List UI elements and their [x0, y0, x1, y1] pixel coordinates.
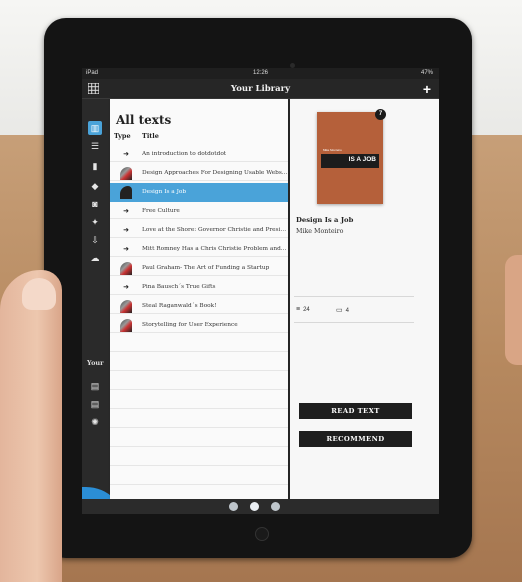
your-section-label: Your: [87, 359, 104, 367]
gear-icon[interactable]: ✺: [88, 415, 102, 429]
thumbnail-icon: [120, 186, 132, 199]
list-item[interactable]: Design Is a Job: [110, 183, 288, 202]
link-arrow-icon: ➜: [123, 226, 129, 234]
list-item-title: Design Is a Job: [142, 189, 187, 195]
thumbnail-icon: [120, 300, 132, 313]
link-arrow-icon: ➜: [123, 207, 129, 215]
add-button[interactable]: +: [423, 80, 431, 98]
page-indicator: [82, 499, 439, 514]
divider: [294, 322, 414, 323]
list-item-title: Steal Raganwald´s Book!: [142, 303, 217, 309]
thumbnail-icon: [120, 319, 132, 332]
list-item[interactable]: ➜ Free Culture: [110, 202, 288, 221]
comments-stat[interactable]: ▭ 4: [336, 306, 349, 314]
page-title: Your Library: [230, 84, 291, 94]
list-icon[interactable]: ☰: [88, 139, 102, 153]
list-item-title: Paul Graham- The Art of Funding a Startu…: [142, 265, 270, 271]
home-button[interactable]: [255, 527, 269, 541]
notes-count: 24: [303, 307, 310, 313]
list-item-title: Pina Bausch´s True Gifts: [142, 284, 216, 290]
cover-band: IS A JOB: [321, 154, 379, 168]
column-header-type[interactable]: Type: [114, 132, 131, 140]
list-item[interactable]: ➜ Love at the Shore: Governor Christie an…: [110, 221, 288, 240]
cloud-icon[interactable]: ☁: [88, 251, 102, 265]
link-arrow-icon: ➜: [123, 150, 129, 158]
link-arrow-icon: ➜: [123, 245, 129, 253]
star-icon[interactable]: ✦: [88, 215, 102, 229]
link-arrow-icon: ➜: [123, 283, 129, 291]
thumbnail-icon: [120, 167, 132, 180]
cover-title: IS A JOB: [348, 156, 376, 163]
list-item[interactable]: Design Approaches For Designing Usable W…: [110, 164, 288, 183]
thumbnail: [22, 278, 56, 310]
list-item-title: Free Culture: [142, 208, 180, 214]
read-text-button[interactable]: READ TEXT: [299, 403, 412, 419]
page-dot[interactable]: [250, 502, 259, 511]
nav-bar: Your Library +: [82, 79, 439, 99]
cover-author: Mike Monteiro: [323, 148, 342, 152]
notes-icon: ≡: [296, 306, 301, 313]
list-item[interactable]: Storytelling for User Experience: [110, 316, 288, 335]
book-cover[interactable]: Mike Monteiro IS A JOB: [317, 112, 383, 204]
left-thumb: [0, 270, 62, 582]
detail-panel: Mike Monteiro IS A JOB 7 Design Is a Job…: [290, 99, 439, 499]
book-author: Mike Monteiro: [296, 228, 344, 235]
column-header-title[interactable]: Title: [142, 132, 159, 140]
trash-icon[interactable]: ▤: [88, 379, 102, 393]
comments-count: 4: [345, 308, 349, 314]
text-list-panel: All texts Type Title ➜ An introduction to…: [110, 99, 288, 499]
dropbox-icon[interactable]: ◆: [88, 179, 102, 193]
list-item-title: Design Approaches For Designing Usable W…: [142, 170, 288, 176]
screen: iPad 12:26 47% Your Library + ▥ ☰ ▮ ◆ ◙ …: [82, 68, 439, 514]
list-item[interactable]: ➜ Pina Bausch´s True Gifts: [110, 278, 288, 297]
recommend-button[interactable]: RECOMMEND: [299, 431, 412, 447]
sidebar: ▥ ☰ ▮ ◆ ◙ ✦ ⇩ ☁ Your ▤ ▤ ✺ FEEDBACK: [82, 99, 126, 514]
divider: [294, 296, 414, 297]
count-badge: 7: [375, 109, 386, 120]
right-hand: [505, 255, 522, 365]
bookmark-icon[interactable]: ▮: [88, 159, 102, 173]
list-item[interactable]: Paul Graham- The Art of Funding a Startu…: [110, 259, 288, 278]
list-item[interactable]: ➜ An introduction to dotdotdot: [110, 145, 288, 164]
notes-stat[interactable]: ≡ 24: [296, 306, 310, 313]
list-header: All texts Type Title: [110, 99, 288, 145]
status-bar: iPad 12:26 47%: [82, 68, 439, 79]
battery-label: 47%: [420, 70, 433, 76]
list-item-title: Mitt Romney Has a Chris Christie Problem…: [142, 246, 287, 252]
page-dot[interactable]: [271, 502, 280, 511]
list-item[interactable]: Steal Raganwald´s Book!: [110, 297, 288, 316]
book-icon[interactable]: ▥: [88, 121, 102, 135]
thumbnail-icon: [120, 262, 132, 275]
trash-icon[interactable]: ▤: [88, 397, 102, 411]
list-item-title: An introduction to dotdotdot: [142, 151, 227, 157]
rss-icon[interactable]: ◙: [88, 197, 102, 211]
status-time: 12:26: [252, 70, 268, 76]
comment-icon: ▭: [336, 307, 343, 314]
list-item[interactable]: ➜ Mitt Romney Has a Chris Christie Proble…: [110, 240, 288, 259]
download-icon[interactable]: ⇩: [88, 233, 102, 247]
page-dot[interactable]: [229, 502, 238, 511]
book-title: Design Is a Job: [296, 216, 354, 224]
list-item-title: Love at the Shore: Governor Christie and…: [142, 227, 288, 233]
list-title: All texts: [116, 113, 172, 127]
list-item-title: Storytelling for User Experience: [142, 322, 238, 328]
